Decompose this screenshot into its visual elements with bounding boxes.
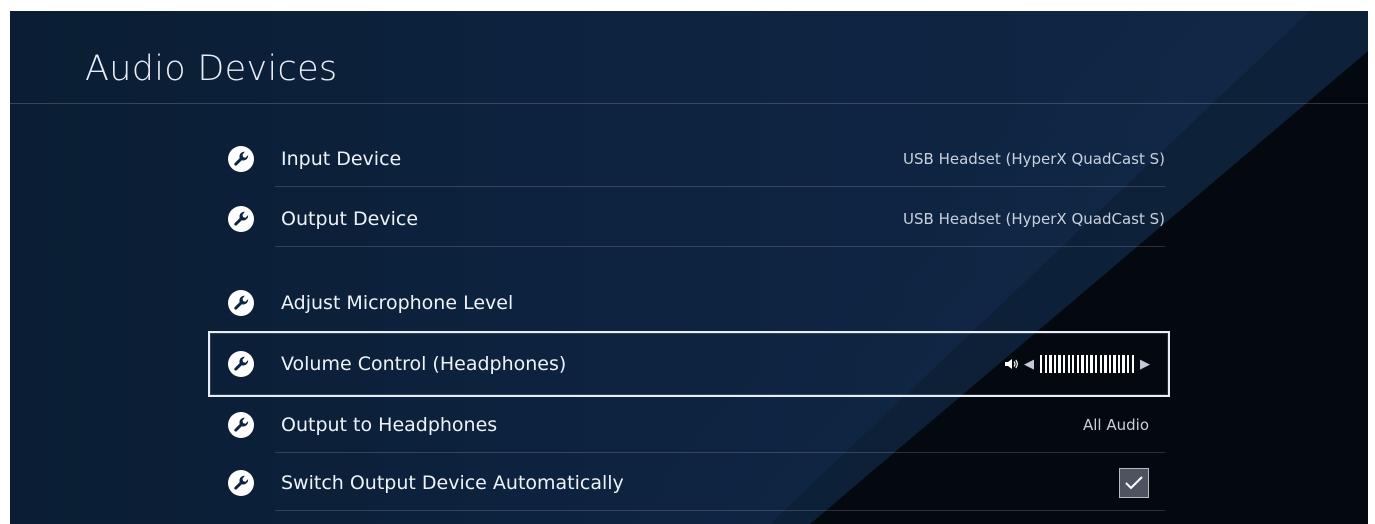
volume-bar: [1090, 355, 1093, 373]
menu-item-output-to-headphones[interactable]: Output to Headphones All Audio: [213, 397, 1165, 453]
menu-item-label: Output Device: [281, 208, 419, 230]
menu-item-label: Switch Output Device Automatically: [281, 472, 624, 494]
menu-item-label: Input Device: [281, 148, 402, 170]
volume-bar: [1131, 355, 1134, 373]
menu-item-value: USB Headset (HyperX QuadCast S): [903, 150, 1165, 168]
volume-bar: [1076, 355, 1080, 373]
volume-bar: [1067, 355, 1070, 373]
volume-bar: [1062, 355, 1066, 373]
volume-bar: [1122, 355, 1125, 373]
volume-bar: [1094, 355, 1098, 373]
menu-item-label: Output to Headphones: [281, 414, 498, 436]
volume-slider[interactable]: ◀ ▶: [1004, 355, 1150, 373]
wrench-icon: [228, 351, 254, 377]
checkmark-icon: [1125, 476, 1143, 490]
page-title: Audio Devices: [85, 49, 338, 89]
row-divider: [275, 452, 1165, 453]
menu-item-label: Volume Control (Headphones): [281, 353, 567, 375]
menu-item-label: Adjust Microphone Level: [281, 292, 514, 314]
auto-switch-checkbox[interactable]: [1119, 468, 1149, 498]
volume-level-bars: [1040, 355, 1134, 373]
volume-bar: [1117, 355, 1121, 373]
volume-decrease-icon[interactable]: ◀: [1024, 358, 1034, 371]
volume-bar: [1108, 355, 1112, 373]
wrench-icon: [228, 206, 254, 232]
menu-item-value: All Audio: [1083, 416, 1149, 434]
volume-bar: [1044, 355, 1048, 373]
ps4-settings-screen: Audio Devices Input Device USB Headset (…: [10, 11, 1368, 524]
volume-bar: [1053, 355, 1057, 373]
wrench-icon: [228, 470, 254, 496]
menu-item-input-device[interactable]: Input Device USB Headset (HyperX QuadCas…: [213, 131, 1165, 187]
wrench-icon: [228, 290, 254, 316]
row-divider: [275, 246, 1165, 247]
menu-item-volume-control-headphones[interactable]: Volume Control (Headphones) ◀ ▶: [208, 331, 1170, 397]
volume-bar: [1049, 355, 1052, 373]
volume-bar: [1072, 355, 1075, 373]
menu-item-value: USB Headset (HyperX QuadCast S): [903, 210, 1165, 228]
volume-bar: [1058, 355, 1061, 373]
menu-item-output-device[interactable]: Output Device USB Headset (HyperX QuadCa…: [213, 191, 1165, 247]
title-divider: [10, 103, 1368, 104]
volume-bar: [1104, 355, 1107, 373]
menu-item-adjust-microphone-level[interactable]: Adjust Microphone Level: [213, 275, 1165, 331]
volume-bar: [1085, 355, 1089, 373]
volume-bar: [1081, 355, 1084, 373]
volume-increase-icon[interactable]: ▶: [1140, 358, 1150, 371]
volume-bar: [1127, 355, 1130, 373]
volume-bar: [1113, 355, 1116, 373]
wrench-icon: [228, 412, 254, 438]
row-divider: [275, 510, 1165, 511]
volume-bar: [1099, 355, 1102, 373]
speaker-icon: [1005, 359, 1018, 369]
wrench-icon: [228, 146, 254, 172]
volume-bar: [1040, 355, 1043, 373]
menu-item-switch-output-device-automatically[interactable]: Switch Output Device Automatically: [213, 455, 1165, 511]
row-divider: [275, 186, 1165, 187]
